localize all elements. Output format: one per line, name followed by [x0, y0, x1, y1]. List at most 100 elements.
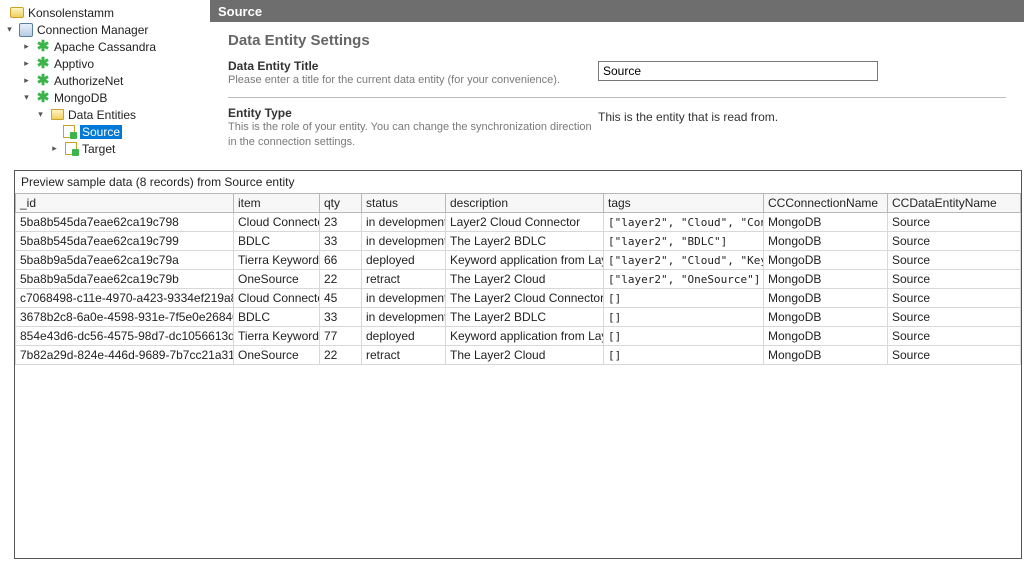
chevron-right-icon[interactable]: ▸	[49, 143, 60, 154]
cell-de: Source	[888, 251, 1021, 270]
column-header[interactable]: CCConnectionName	[764, 194, 888, 213]
table-row[interactable]: 5ba8b545da7eae62ca19c799BDLC33in develop…	[16, 232, 1021, 251]
table-row[interactable]: 854e43d6-dc56-4575-98d7-dc1056613d6cTier…	[16, 327, 1021, 346]
cell-de: Source	[888, 346, 1021, 365]
tree-de-label: Data Entities	[68, 108, 136, 122]
preview-panel: Preview sample data (8 records) from Sou…	[14, 170, 1022, 559]
table-row[interactable]: 5ba8b9a5da7eae62ca19c79bOneSource22retra…	[16, 270, 1021, 289]
tree-target-entity[interactable]: ▸ Target	[2, 140, 208, 157]
tree-root-label: Konsolenstamm	[28, 6, 114, 20]
column-header[interactable]: qty	[320, 194, 362, 213]
cell-status: in development	[362, 213, 446, 232]
cell-description: Keyword application from Layer2	[446, 251, 604, 270]
cell-item: OneSource	[234, 270, 320, 289]
cell-tags: []	[604, 327, 764, 346]
table-row[interactable]: 5ba8b545da7eae62ca19c798Cloud Connector2…	[16, 213, 1021, 232]
entity-type-help: This is the role of your entity. You can…	[228, 120, 598, 149]
cell-status: deployed	[362, 327, 446, 346]
cell-de: Source	[888, 327, 1021, 346]
cell-tags: ["layer2", "OneSource"]	[604, 270, 764, 289]
cell-de: Source	[888, 289, 1021, 308]
entity-type-value: This is the entity that is read from.	[598, 108, 1006, 124]
cell-status: retract	[362, 270, 446, 289]
cell-qty: 22	[320, 270, 362, 289]
cell-item: Cloud Connector	[234, 289, 320, 308]
cell-cc: MongoDB	[764, 232, 888, 251]
tree-connection-manager[interactable]: ▾ Connection Manager	[2, 21, 208, 38]
tree-conn-apptivo[interactable]: ▸ ✱ Apptivo	[2, 55, 208, 72]
tree-item-label: Apache Cassandra	[54, 40, 156, 54]
cell-tags: []	[604, 308, 764, 327]
cell-item: BDLC	[234, 232, 320, 251]
navigation-tree: Konsolenstamm ▾ Connection Manager ▸ ✱ A…	[0, 0, 210, 170]
tree-conn-authorizenet[interactable]: ▸ ✱ AuthorizeNet	[2, 72, 208, 89]
chevron-right-icon[interactable]: ▸	[21, 58, 32, 69]
divider	[228, 97, 1006, 98]
cell-tags: []	[604, 289, 764, 308]
tree-source-entity[interactable]: Source	[2, 123, 208, 140]
cell-_id: 5ba8b9a5da7eae62ca19c79b	[16, 270, 234, 289]
cell-_id: 854e43d6-dc56-4575-98d7-dc1056613d6c	[16, 327, 234, 346]
cell-cc: MongoDB	[764, 289, 888, 308]
cell-description: Keyword application from Layer2	[446, 327, 604, 346]
column-header[interactable]: tags	[604, 194, 764, 213]
column-header[interactable]: CCDataEntityName	[888, 194, 1021, 213]
cell-status: in development	[362, 232, 446, 251]
cell-description: The Layer2 Cloud	[446, 270, 604, 289]
column-header[interactable]: item	[234, 194, 320, 213]
cell-description: The Layer2 Cloud	[446, 346, 604, 365]
cell-status: deployed	[362, 251, 446, 270]
cell-cc: MongoDB	[764, 251, 888, 270]
settings-section-title: Data Entity Settings	[228, 32, 1006, 49]
cell-tags: ["layer2", "BDLC"]	[604, 232, 764, 251]
cell-qty: 33	[320, 308, 362, 327]
cell-cc: MongoDB	[764, 327, 888, 346]
tree-data-entities[interactable]: ▾ Data Entities	[2, 106, 208, 123]
tree-conn-mongodb[interactable]: ▾ ✱ MongoDB	[2, 89, 208, 106]
cell-_id: 5ba8b9a5da7eae62ca19c79a	[16, 251, 234, 270]
cell-_id: 3678b2c8-6a0e-4598-931e-7f5e0e26840b	[16, 308, 234, 327]
cell-status: in development	[362, 289, 446, 308]
cell-qty: 23	[320, 213, 362, 232]
table-row[interactable]: 7b82a29d-824e-446d-9689-7b7cc21a31c3OneS…	[16, 346, 1021, 365]
table-row[interactable]: 5ba8b9a5da7eae62ca19c79aTierra Keyword66…	[16, 251, 1021, 270]
cell-status: retract	[362, 346, 446, 365]
cell-item: OneSource	[234, 346, 320, 365]
cell-tags: ["layer2", "Cloud", "Keyword"]	[604, 251, 764, 270]
cell-_id: 5ba8b545da7eae62ca19c799	[16, 232, 234, 251]
panel-title-bar: Source	[210, 0, 1024, 22]
entity-title-input[interactable]	[598, 61, 878, 81]
column-header[interactable]: status	[362, 194, 446, 213]
preview-title: Preview sample data (8 records) from Sou…	[15, 171, 1021, 193]
column-header[interactable]: _id	[16, 194, 234, 213]
chevron-down-icon[interactable]: ▾	[4, 24, 15, 35]
tree-item-label: MongoDB	[54, 91, 107, 105]
cell-de: Source	[888, 308, 1021, 327]
cell-description: The Layer2 BDLC	[446, 308, 604, 327]
cell-qty: 77	[320, 327, 362, 346]
cell-_id: 7b82a29d-824e-446d-9689-7b7cc21a31c3	[16, 346, 234, 365]
cell-de: Source	[888, 270, 1021, 289]
cell-description: The Layer2 BDLC	[446, 232, 604, 251]
cell-_id: 5ba8b545da7eae62ca19c798	[16, 213, 234, 232]
cell-_id: c7068498-c11e-4970-a423-9334ef219a86	[16, 289, 234, 308]
entities-folder-icon	[49, 107, 65, 123]
entity-title-help: Please enter a title for the current dat…	[228, 73, 598, 87]
cell-cc: MongoDB	[764, 270, 888, 289]
table-row[interactable]: c7068498-c11e-4970-a423-9334ef219a86Clou…	[16, 289, 1021, 308]
folder-icon	[9, 5, 25, 21]
cell-description: Layer2 Cloud Connector	[446, 213, 604, 232]
column-header[interactable]: description	[446, 194, 604, 213]
cell-de: Source	[888, 232, 1021, 251]
tree-conn-cassandra[interactable]: ▸ ✱ Apache Cassandra	[2, 38, 208, 55]
cell-item: Tierra Keyword	[234, 327, 320, 346]
manager-icon	[18, 22, 34, 38]
cell-item: Tierra Keyword	[234, 251, 320, 270]
chevron-right-icon[interactable]: ▸	[21, 75, 32, 86]
tree-root[interactable]: Konsolenstamm	[2, 4, 208, 21]
table-row[interactable]: 3678b2c8-6a0e-4598-931e-7f5e0e26840bBDLC…	[16, 308, 1021, 327]
chevron-down-icon[interactable]: ▾	[35, 109, 46, 120]
chevron-down-icon[interactable]: ▾	[21, 92, 32, 103]
chevron-right-icon[interactable]: ▸	[21, 41, 32, 52]
connection-icon: ✱	[35, 90, 51, 106]
